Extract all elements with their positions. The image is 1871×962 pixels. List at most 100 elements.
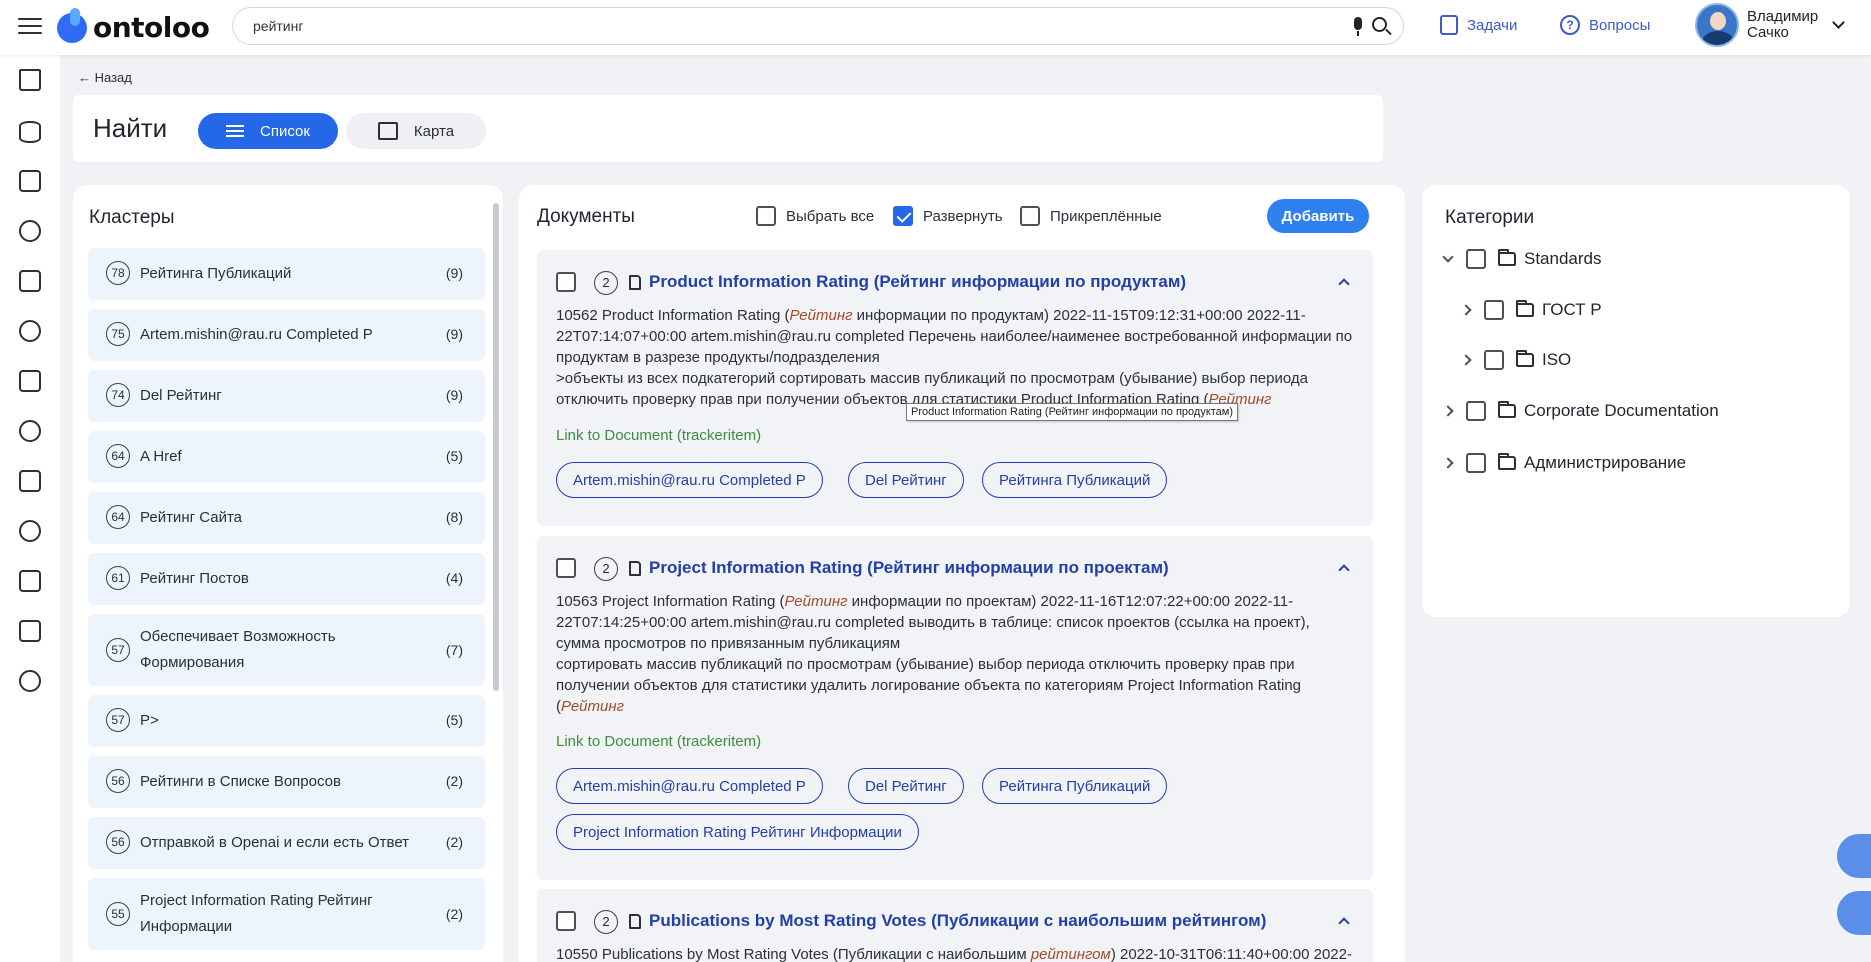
cluster-item[interactable]: 57 Обеспечивает Возможность Формирования…: [88, 614, 485, 686]
cluster-item[interactable]: 56 Отправкой в Openai и если есть Ответ …: [88, 817, 485, 869]
document-card: 2 Project Information Rating (Рейтинг ин…: [537, 536, 1373, 880]
pinned-checkbox[interactable]: Прикреплённые: [1020, 206, 1162, 226]
category-checkbox[interactable]: [1466, 401, 1486, 421]
cluster-score: 55: [106, 902, 130, 926]
cluster-score: 74: [106, 383, 130, 407]
document-title[interactable]: Project Information Rating (Рейтинг инфо…: [649, 558, 1169, 578]
menu-icon[interactable]: [18, 15, 42, 35]
cluster-item[interactable]: 64 A Href (5): [88, 431, 485, 483]
cluster-item[interactable]: 57 P> (5): [88, 695, 485, 747]
chevron-right-icon[interactable]: [1442, 405, 1454, 417]
server-icon[interactable]: [19, 470, 41, 492]
cluster-count: (2): [445, 906, 463, 922]
avatar[interactable]: [1695, 3, 1739, 47]
back-label: Назад: [94, 70, 132, 85]
logo-text: ontoloo: [93, 10, 210, 44]
expand-box[interactable]: [893, 206, 913, 226]
cluster-tag[interactable]: Del Рейтинг: [848, 462, 964, 498]
cluster-item[interactable]: 56 Рейтинги в Списке Вопросов (2): [88, 756, 485, 808]
select-all-box[interactable]: [756, 206, 776, 226]
add-button[interactable]: Добавить: [1267, 199, 1369, 233]
chevron-right-icon[interactable]: [1460, 304, 1472, 316]
chevron-up-icon[interactable]: [1338, 564, 1350, 576]
category-item[interactable]: Corporate Documentation: [1442, 401, 1719, 421]
user-menu[interactable]: Владимир Сачко: [1695, 3, 1846, 47]
voice-fab[interactable]: [1837, 891, 1871, 935]
cluster-label: Рейтинга Публикаций: [140, 265, 292, 282]
search-value[interactable]: рейтинг: [253, 18, 303, 34]
document-title[interactable]: Product Information Rating (Рейтинг инфо…: [649, 272, 1186, 292]
feedback-fab[interactable]: [1837, 834, 1871, 878]
document-checkbox[interactable]: [556, 558, 576, 578]
chevron-right-icon[interactable]: [1442, 457, 1454, 469]
chevron-up-icon[interactable]: [1338, 917, 1350, 929]
category-item[interactable]: ГОСТ Р: [1460, 300, 1602, 320]
certificate-icon[interactable]: [19, 570, 41, 592]
chevron-right-icon[interactable]: [1460, 354, 1472, 366]
microphone-icon[interactable]: [1351, 17, 1365, 37]
select-all-checkbox[interactable]: Выбрать все: [756, 206, 874, 226]
document-link[interactable]: Link to Document (trackeritem): [556, 427, 761, 444]
chevron-down-icon[interactable]: [1832, 15, 1846, 29]
book-icon[interactable]: [19, 370, 41, 392]
cluster-item[interactable]: 78 Рейтинга Публикаций (9): [88, 248, 485, 300]
category-item[interactable]: Администрирование: [1442, 453, 1686, 473]
document-count-badge: 2: [594, 557, 618, 581]
questions-link[interactable]: ? Вопросы: [1560, 15, 1650, 35]
briefcase-icon[interactable]: [19, 270, 41, 292]
chevron-up-icon[interactable]: [1338, 278, 1350, 290]
tooltip: Product Information Rating (Рейтинг инфо…: [906, 403, 1239, 421]
document-title[interactable]: Publications by Most Rating Votes (Публи…: [649, 911, 1266, 931]
cluster-tag[interactable]: Project Information Rating Рейтинг Инфор…: [556, 814, 919, 850]
category-checkbox[interactable]: [1466, 453, 1486, 473]
satellite-icon[interactable]: [19, 420, 41, 442]
cluster-item[interactable]: 64 Рейтинг Сайта (8): [88, 492, 485, 544]
view-list-button[interactable]: Список: [198, 113, 338, 149]
cluster-item[interactable]: 74 Del Рейтинг (9): [88, 370, 485, 422]
logo-mark-icon: [55, 7, 89, 47]
question-icon: ?: [1560, 15, 1580, 35]
back-link[interactable]: ← Назад: [78, 70, 132, 85]
chevron-down-icon[interactable]: [1442, 251, 1454, 263]
cluster-score: 64: [106, 444, 130, 468]
report-icon[interactable]: [19, 620, 41, 642]
category-item[interactable]: Standards: [1442, 249, 1602, 269]
view-map-button[interactable]: Карта: [346, 113, 486, 149]
cluster-count: (5): [445, 448, 463, 464]
database-icon[interactable]: [19, 121, 41, 143]
cluster-tag[interactable]: Artem.mishin@rau.ru Completed P: [556, 768, 823, 804]
logo[interactable]: ontoloo: [55, 5, 210, 49]
cluster-score: 64: [106, 505, 130, 529]
cluster-tag[interactable]: Artem.mishin@rau.ru Completed P: [556, 462, 823, 498]
category-checkbox[interactable]: [1484, 300, 1504, 320]
home-icon[interactable]: [19, 69, 41, 91]
pinned-box[interactable]: [1020, 206, 1040, 226]
document-link[interactable]: Link to Document (trackeritem): [556, 733, 761, 750]
cluster-tag[interactable]: Del Рейтинг: [848, 768, 964, 804]
cluster-count: (8): [445, 509, 463, 525]
document-checkbox[interactable]: [556, 272, 576, 292]
category-checkbox[interactable]: [1484, 350, 1504, 370]
document-snippet: 10563 Project Information Rating (Рейтин…: [556, 593, 1310, 715]
cluster-item[interactable]: 61 Рейтинг Постов (4): [88, 553, 485, 605]
document-snippet: 10550 Publications by Most Rating Votes …: [556, 946, 1352, 962]
expand-checkbox[interactable]: Развернуть: [893, 206, 1003, 226]
search-icon[interactable]: [1371, 16, 1393, 38]
search-input[interactable]: рейтинг: [232, 7, 1404, 45]
cluster-tag[interactable]: Рейтинга Публикаций: [982, 462, 1168, 498]
document-checkbox[interactable]: [556, 911, 576, 931]
cluster-tag[interactable]: Рейтинга Публикаций: [982, 768, 1168, 804]
category-item[interactable]: ISO: [1460, 350, 1571, 370]
clusters-scrollbar[interactable]: [493, 203, 499, 691]
cluster-label: P>: [140, 712, 159, 729]
task-list-icon[interactable]: [19, 170, 41, 192]
lifebuoy-icon[interactable]: [19, 520, 41, 542]
user-icon[interactable]: [19, 220, 41, 242]
lightbulb-icon[interactable]: [19, 320, 41, 342]
cluster-item[interactable]: 55 Project Information Rating Рейтинг Ин…: [88, 878, 485, 950]
category-checkbox[interactable]: [1466, 249, 1486, 269]
questions-label: Вопросы: [1589, 16, 1651, 34]
cluster-item[interactable]: 75 Artem.mishin@rau.ru Completed P (9): [88, 309, 485, 361]
tasks-link[interactable]: Задачи: [1440, 15, 1517, 35]
gear-icon[interactable]: [19, 670, 41, 692]
